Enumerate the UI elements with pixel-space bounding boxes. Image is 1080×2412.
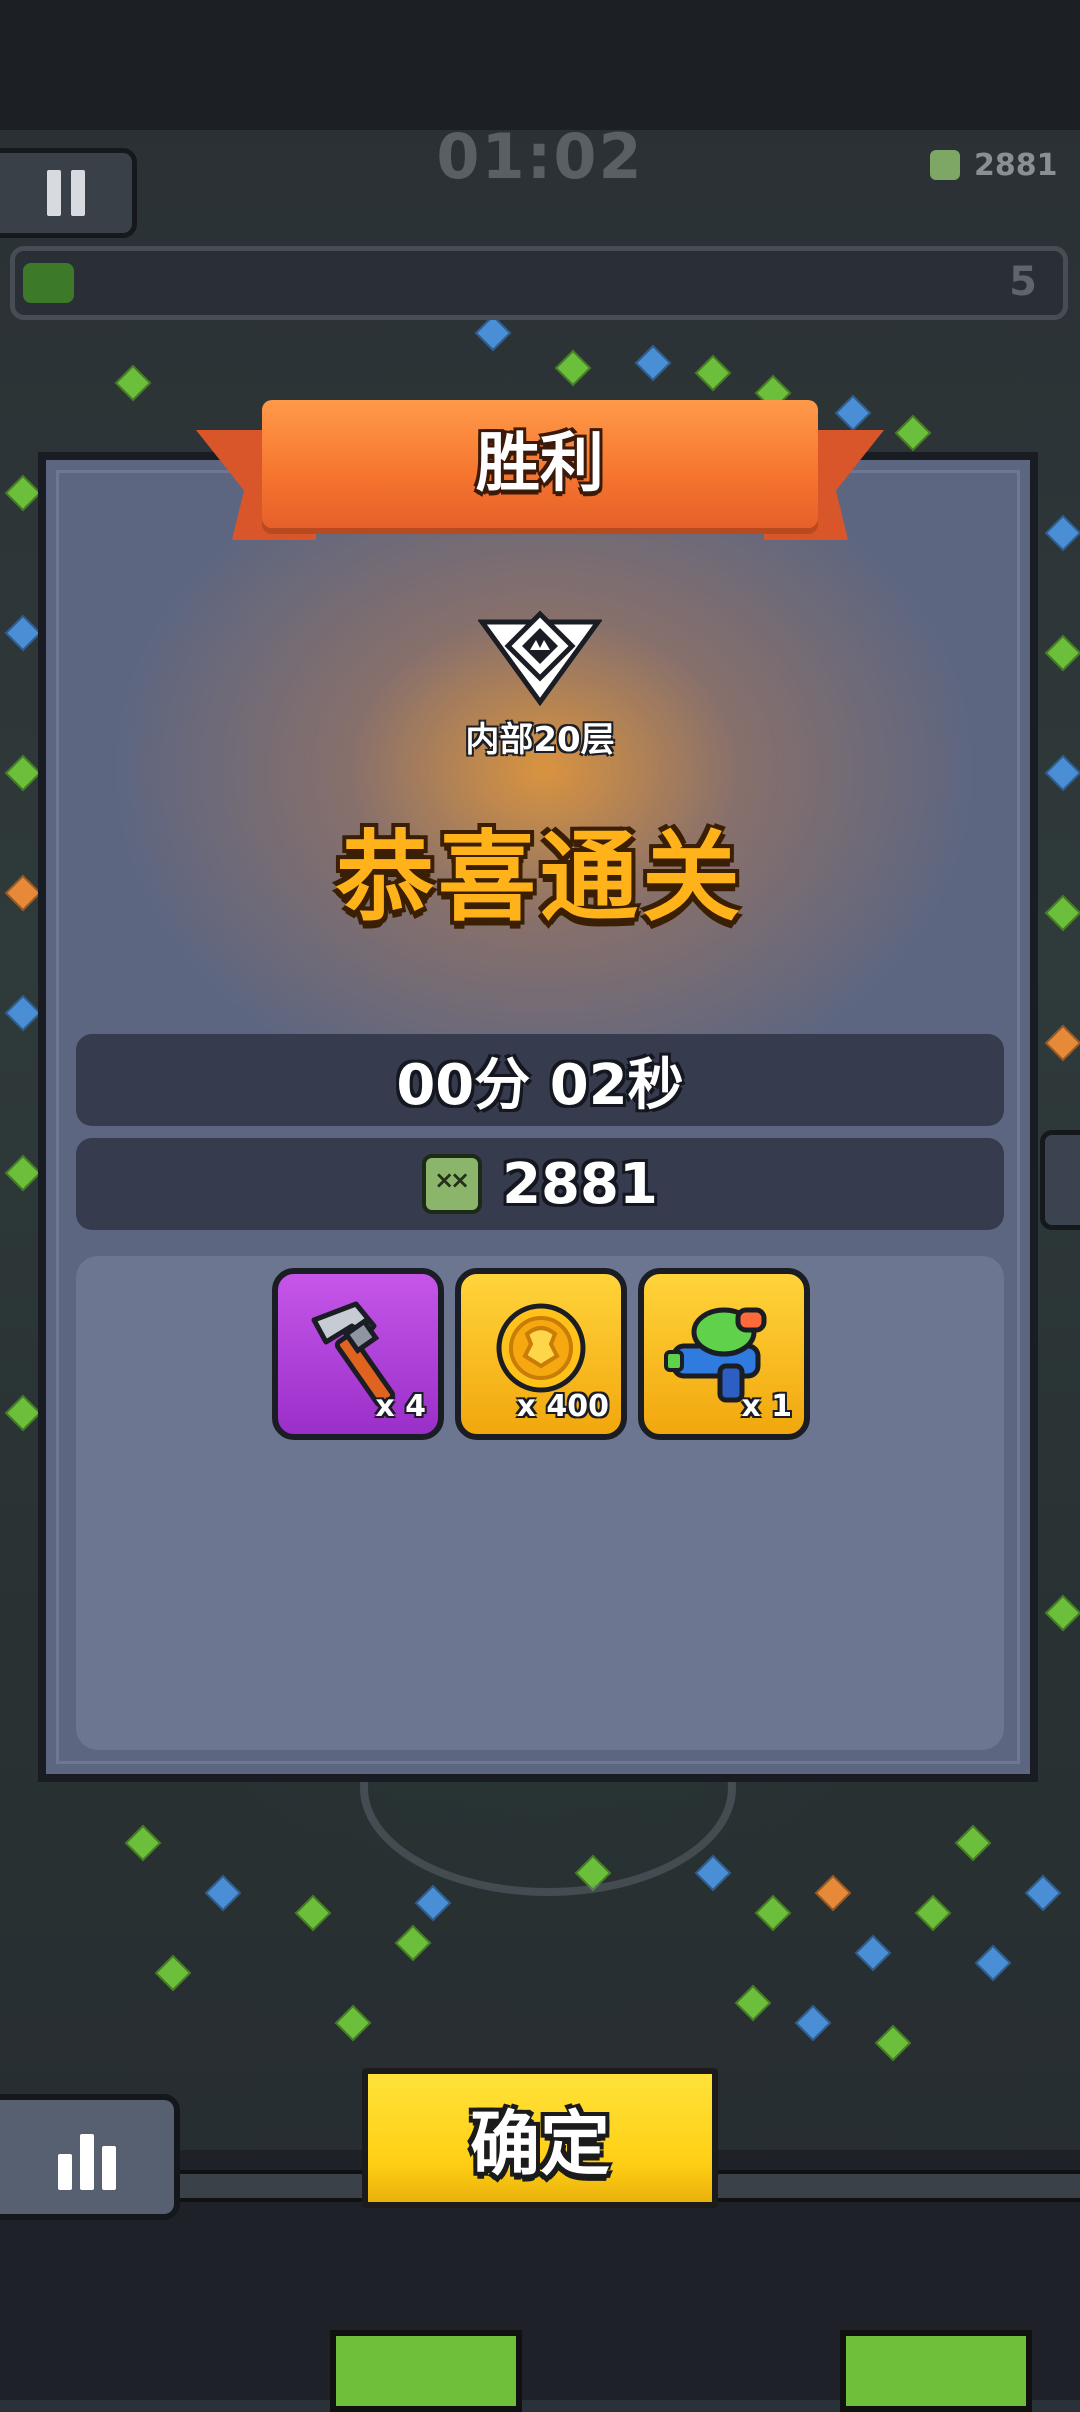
stats-button[interactable] — [0, 2094, 180, 2220]
pause-icon — [71, 170, 85, 216]
zombie-head-icon — [930, 150, 960, 180]
kill-count-row: 2881 — [76, 1138, 1004, 1230]
top-kill-count: 2881 — [974, 147, 1058, 183]
floor-name: 内部20层 — [465, 720, 615, 760]
pause-icon — [47, 170, 61, 216]
experience-progress-bar: 5 — [10, 246, 1068, 320]
clear-time: 00分 02秒 — [396, 1052, 684, 1118]
match-timer: 01:02 — [436, 120, 644, 193]
level-number: 5 — [1009, 259, 1037, 305]
experience-progress-fill — [23, 263, 74, 303]
confirm-button[interactable]: 确定 — [362, 2068, 718, 2208]
side-panel-tab[interactable] — [1040, 1130, 1080, 1230]
zombie-head-icon — [422, 1154, 483, 1214]
reward-item-water-gun[interactable]: x 1 — [638, 1268, 810, 1440]
kill-count: 2881 — [502, 1151, 658, 1217]
pause-button[interactable] — [0, 148, 137, 238]
reward-quantity: x 4 — [375, 1389, 426, 1424]
reward-item-hammer[interactable]: x 4 — [272, 1268, 444, 1440]
bar-chart-icon — [102, 2146, 116, 2190]
clear-time-row: 00分 02秒 — [76, 1034, 1004, 1126]
reward-quantity: x 400 — [516, 1389, 609, 1424]
top-bar-background — [0, 0, 1080, 130]
reward-quantity: x 1 — [741, 1389, 792, 1424]
victory-title: 胜利 — [476, 427, 604, 501]
rank-emblem-icon — [478, 610, 602, 706]
bar-chart-icon — [58, 2154, 72, 2190]
top-kill-counter: 2881 — [930, 140, 1080, 190]
bar-chart-icon — [80, 2134, 94, 2190]
clear-headline: 恭喜通关 — [335, 821, 744, 935]
reward-item-gold-coin[interactable]: x 400 — [455, 1268, 627, 1440]
